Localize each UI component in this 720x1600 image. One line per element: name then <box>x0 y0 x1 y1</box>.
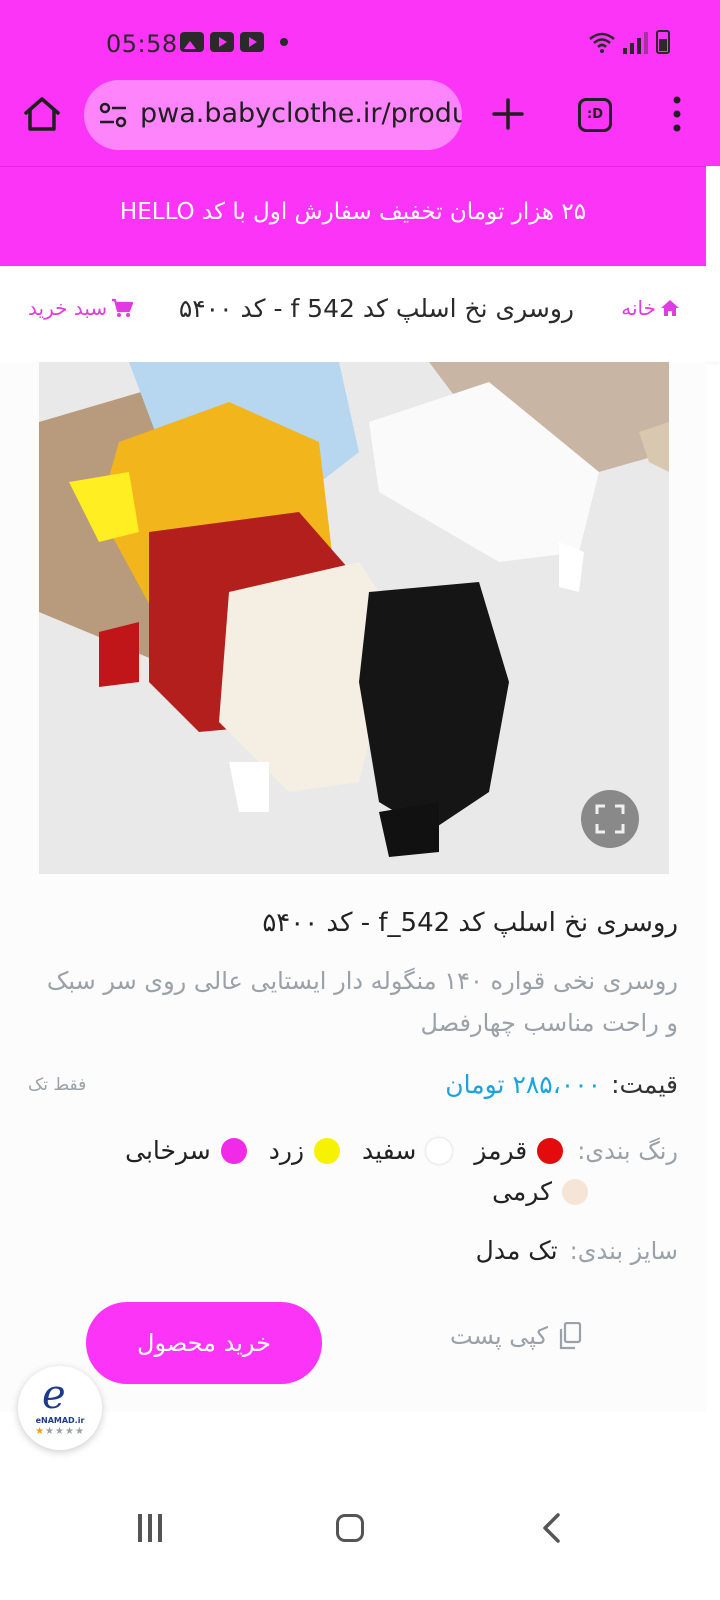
home-small-icon <box>661 300 679 316</box>
address-bar[interactable]: pwa.babyclothe.ir/produ <box>84 80 462 150</box>
home-icon[interactable] <box>22 94 62 134</box>
color-option-yellow[interactable]: زرد <box>268 1136 341 1165</box>
wifi-icon <box>589 32 615 53</box>
signal-icon <box>623 32 648 54</box>
back-icon[interactable] <box>540 1512 562 1544</box>
price-row: قیمت: ۲۸۵،۰۰۰ تومان <box>445 1070 678 1099</box>
fullscreen-icon <box>595 804 625 834</box>
copy-icon <box>559 1322 582 1350</box>
price-value: ۲۸۵،۰۰۰ تومان <box>445 1070 602 1099</box>
price-label: قیمت: <box>611 1070 678 1099</box>
promo-banner: ۲۵ هزار تومان تخفیف سفارش اول با کد HELL… <box>0 166 706 266</box>
only-single-note: فقط تک <box>28 1075 87 1095</box>
promo-text: ۲۵ هزار تومان تخفیف سفارش اول با کد HELL… <box>119 199 587 225</box>
color-dot-cream <box>562 1178 588 1205</box>
color-option-magenta[interactable]: سرخابی <box>125 1136 247 1165</box>
color-option-cream[interactable]: کرمی <box>492 1177 588 1206</box>
browser-chrome: 05:58 pwa.babyclothe.ir/produ:D <box>0 0 720 166</box>
size-row: سایز بندی: تک مدل <box>476 1236 678 1265</box>
product-title: روسری نخ اسلپ کد f_542 - کد ۵۴۰۰ <box>262 908 678 938</box>
cart-link[interactable]: سبد خرید <box>28 296 134 320</box>
copy-post-button[interactable]: کپی پست <box>450 1322 582 1350</box>
enamad-badge[interactable]: e eNAMAD.ir ★★★★★ <box>18 1366 102 1450</box>
site-settings-icon[interactable] <box>98 102 128 128</box>
color-name: سفید <box>362 1136 417 1165</box>
color-options: رنگ بندی: قرمز سفید زرد سرخابی کرمی <box>18 1136 678 1206</box>
colors-label: رنگ بندی: <box>577 1136 678 1165</box>
color-dot-red <box>537 1137 564 1164</box>
youtube-notification-icon <box>210 32 234 52</box>
color-dot-white <box>426 1137 453 1164</box>
scroll-edge <box>706 166 720 266</box>
breadcrumb-home[interactable]: خانه <box>621 296 680 320</box>
color-option-white[interactable]: سفید <box>362 1136 453 1165</box>
status-time: 05:58 <box>106 30 178 58</box>
enamad-logo-icon: e <box>42 1372 66 1418</box>
notification-icons <box>180 32 288 52</box>
more-notifications-dot-icon <box>280 38 288 46</box>
size-value: تک مدل <box>475 1236 558 1265</box>
color-option-red[interactable]: قرمز <box>474 1136 564 1165</box>
color-dot-magenta <box>220 1137 247 1164</box>
url-text[interactable]: pwa.babyclothe.ir/produ <box>140 98 462 129</box>
breadcrumb-home-label[interactable]: خانه <box>621 296 656 320</box>
color-name: سرخابی <box>125 1136 211 1165</box>
system-nav-bar <box>0 1480 720 1600</box>
product-content: روسری نخ اسلپ کد f_542 - کد ۵۴۰۰ روسری ن… <box>0 362 706 1412</box>
browser-toolbar: pwa.babyclothe.ir/produ :D <box>0 80 720 150</box>
product-image[interactable] <box>39 362 669 874</box>
cart-label[interactable]: سبد خرید <box>28 296 107 320</box>
color-name: قرمز <box>474 1136 528 1165</box>
enamad-stars-icon: ★★★★★ <box>35 1426 85 1437</box>
cart-icon <box>112 298 134 317</box>
battery-icon <box>656 30 670 54</box>
tab-switcher-button[interactable]: :D <box>578 98 612 132</box>
nav-home-icon[interactable] <box>336 1514 364 1542</box>
fullscreen-button[interactable] <box>581 790 639 848</box>
status-bar: 05:58 <box>0 28 720 62</box>
color-dot-yellow <box>314 1137 341 1164</box>
product-description: روسری نخی قواره ۱۴۰ منگوله دار ایستایی ع… <box>46 967 678 1037</box>
recent-apps-icon[interactable] <box>138 1514 168 1542</box>
new-tab-plus-icon[interactable] <box>488 94 528 134</box>
breadcrumb-title: روسری نخ اسلپ کد f 542 - کد ۵۴۰۰ <box>178 294 574 323</box>
copy-post-label[interactable]: کپی پست <box>450 1322 548 1350</box>
more-menu-icon[interactable] <box>670 94 684 134</box>
size-label: سایز بندی: <box>569 1236 678 1265</box>
system-icons <box>589 30 670 54</box>
page-header: خانه روسری نخ اسلپ کد f 542 - کد ۵۴۰۰ سب… <box>0 266 720 362</box>
gallery-notification-icon <box>180 32 204 52</box>
scarves-photo <box>39 362 669 874</box>
color-name: زرد <box>268 1136 305 1165</box>
buy-product-button[interactable]: خرید محصول <box>86 1302 322 1384</box>
enamad-label: eNAMAD.ir <box>35 1416 85 1425</box>
youtube-notification-icon-2 <box>240 32 264 52</box>
color-name: کرمی <box>492 1177 552 1206</box>
